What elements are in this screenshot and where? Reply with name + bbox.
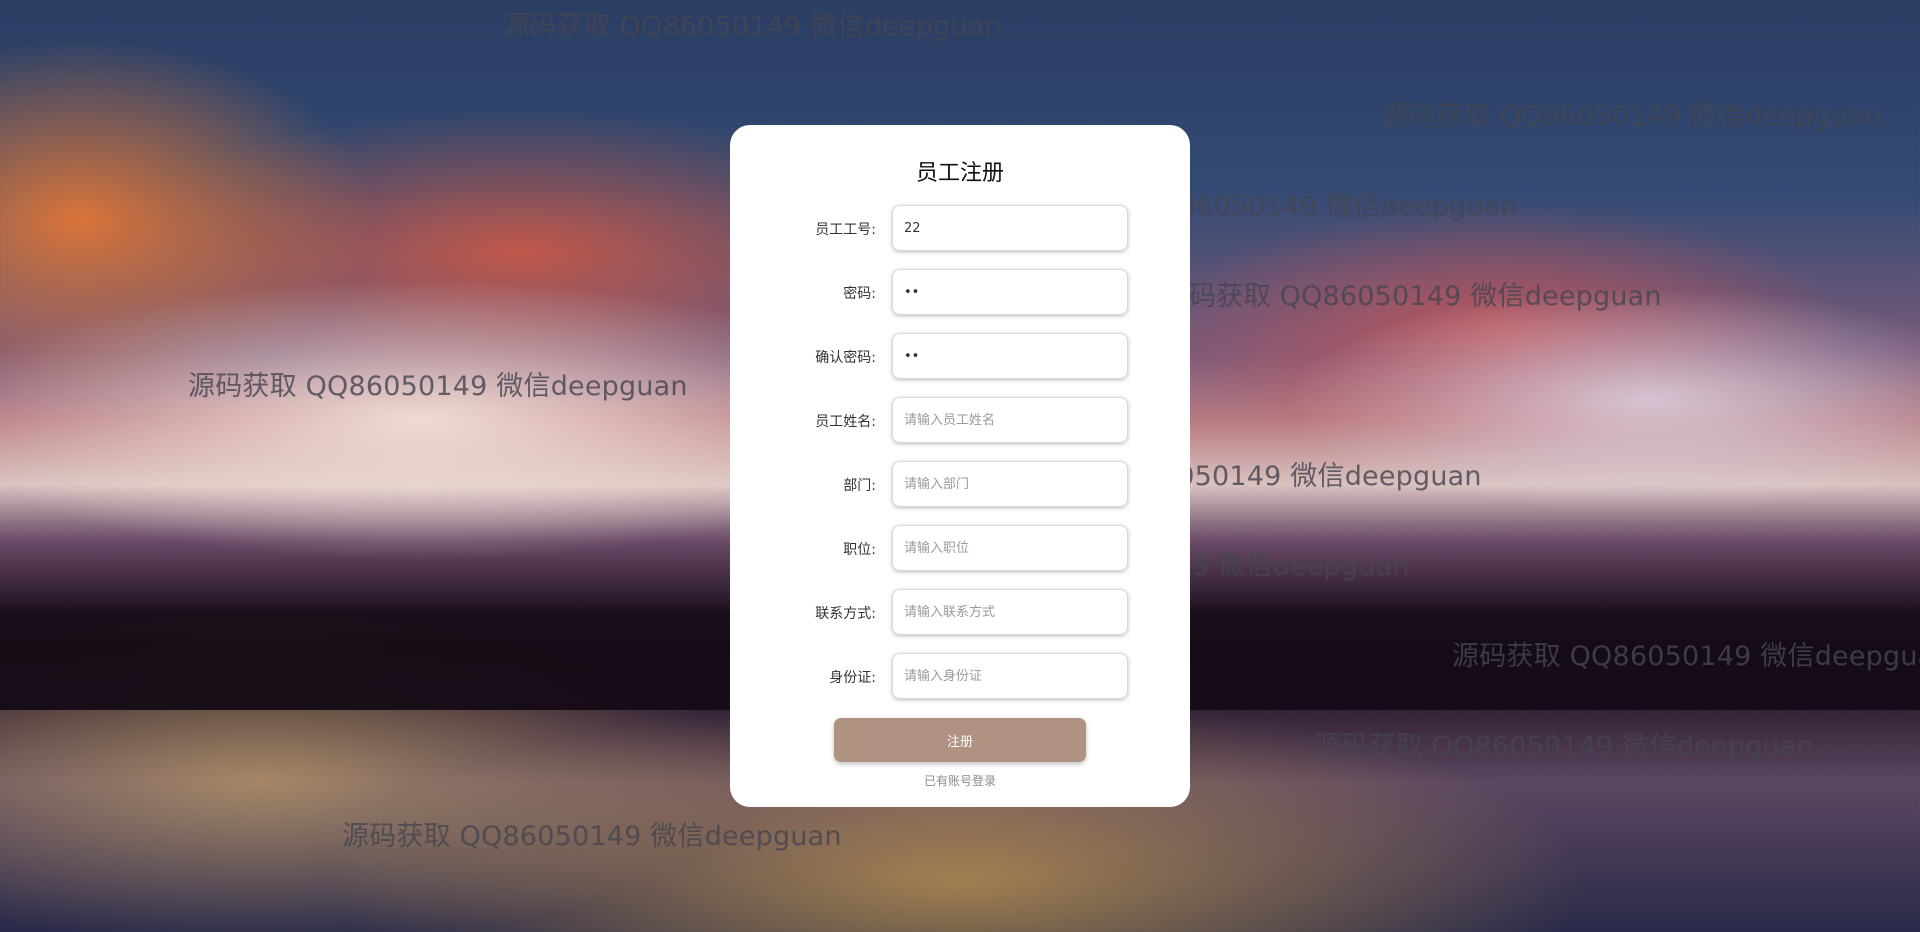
password-input[interactable]	[892, 269, 1128, 315]
department-input[interactable]	[892, 461, 1128, 507]
form-title: 员工注册	[915, 161, 1004, 186]
watermark: 源码获取 QQ86050149 微信deepguan	[1314, 731, 1814, 762]
watermark: 源码获取 QQ86050149 微信deepguan	[1382, 101, 1882, 132]
watermark: 源码获取 QQ86050149 微信deepguan	[1452, 641, 1920, 672]
department-label: 部门:	[843, 478, 876, 494]
field-row-id-card: 身份证:	[730, 653, 1190, 699]
password-label: 密码:	[843, 286, 876, 302]
confirm-password-input[interactable]	[892, 333, 1128, 379]
field-row-contact: 联系方式:	[730, 589, 1190, 635]
watermark: 源码获取 QQ86050149 微信deepguan	[1162, 281, 1662, 312]
employee-id-input[interactable]	[892, 205, 1128, 251]
field-row-position: 职位:	[730, 525, 1190, 571]
watermark: 源码获取 QQ86050149 微信deepguan	[342, 821, 842, 852]
confirm-password-label: 确认密码:	[815, 350, 876, 366]
field-row-department: 部门:	[730, 461, 1190, 507]
employee-id-label: 员工工号:	[815, 222, 876, 238]
position-input[interactable]	[892, 525, 1128, 571]
position-label: 职位:	[843, 542, 876, 558]
register-card: 员工注册 员工工号: 密码: 确认密码: 员工姓名: 部门: 职位: 联系方式:…	[730, 125, 1190, 807]
id-card-label: 身份证:	[829, 670, 876, 686]
employee-name-label: 员工姓名:	[815, 414, 876, 430]
field-row-password: 密码:	[730, 269, 1190, 315]
contact-input[interactable]	[892, 589, 1128, 635]
contact-label: 联系方式:	[815, 606, 876, 622]
field-row-confirm-password: 确认密码:	[730, 333, 1190, 379]
id-card-input[interactable]	[892, 653, 1128, 699]
watermark: 源码获取 QQ86050149 微信deepguan	[188, 371, 688, 402]
field-row-employee-name: 员工姓名:	[730, 397, 1190, 443]
employee-name-input[interactable]	[892, 397, 1128, 443]
field-row-employee-id: 员工工号:	[730, 205, 1190, 251]
watermark: 源码获取 QQ86050149 微信deepguan	[502, 11, 1002, 42]
login-link[interactable]: 已有账号登录	[730, 772, 1190, 789]
register-button[interactable]: 注册	[834, 718, 1086, 762]
